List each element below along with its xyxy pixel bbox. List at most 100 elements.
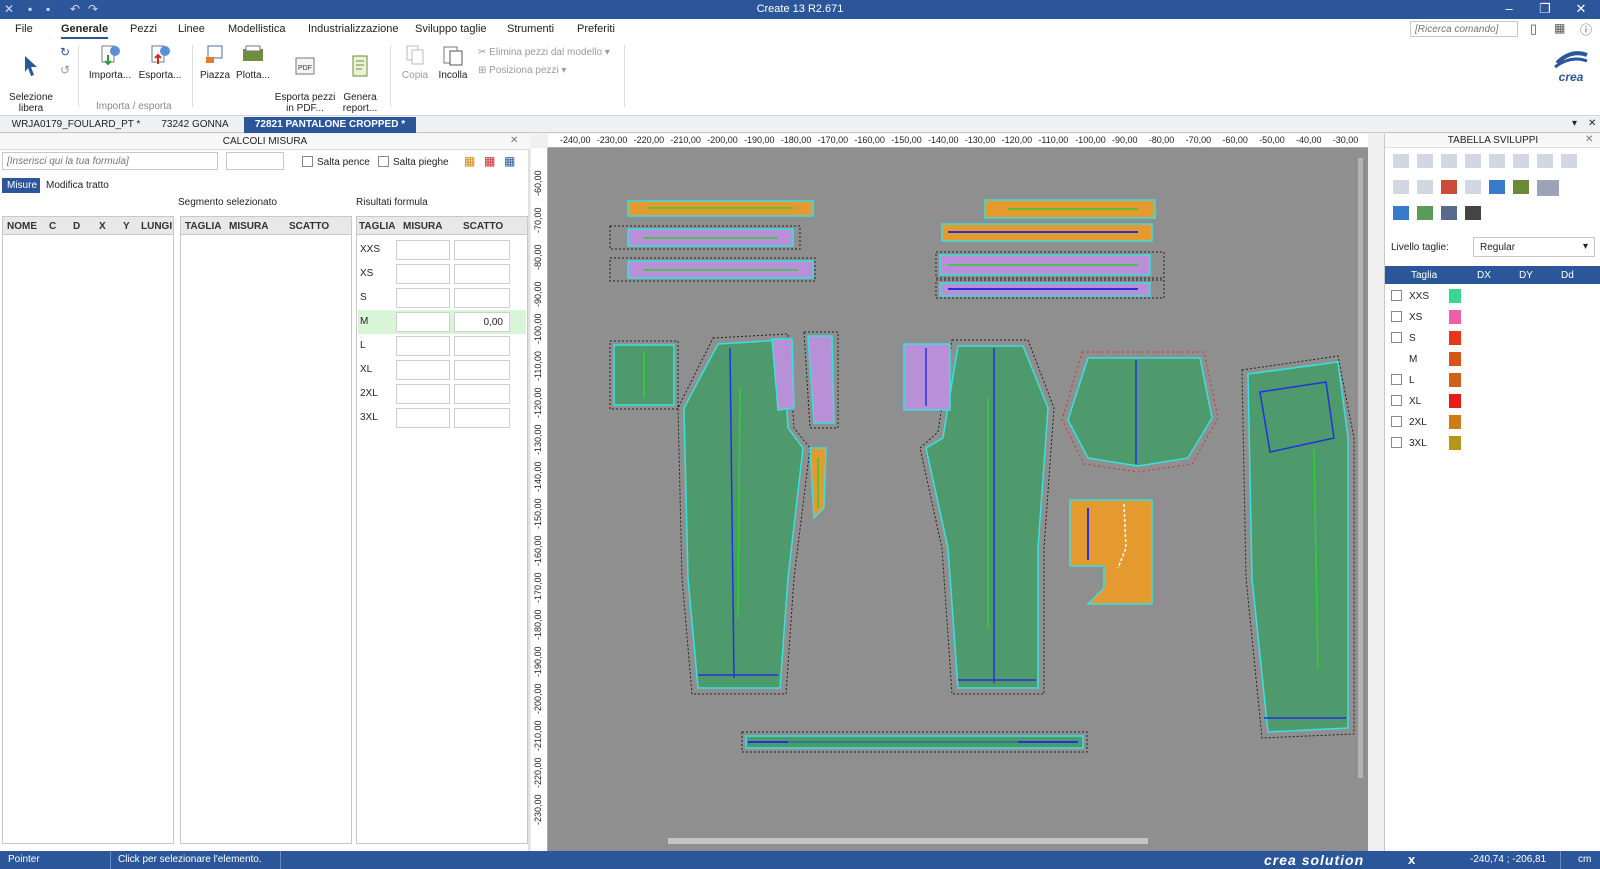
strip-piece-orange-2[interactable] <box>984 199 1156 219</box>
size-color-swatch[interactable] <box>1449 373 1461 387</box>
strip-piece-orange-1[interactable] <box>627 200 814 217</box>
delete-formula-icon[interactable]: ▦ <box>484 154 495 168</box>
grading-size-row[interactable]: 2XL <box>1385 412 1600 432</box>
pattern-canvas[interactable] <box>548 148 1368 851</box>
size-checkbox[interactable] <box>1391 437 1402 448</box>
size-checkbox[interactable] <box>1391 311 1402 322</box>
misura-cell[interactable] <box>396 336 450 356</box>
size-result-row[interactable]: XL <box>358 358 526 382</box>
scatto-cell[interactable] <box>454 288 510 308</box>
restore-icon[interactable]: ❐ <box>1530 1 1560 17</box>
col-x[interactable]: X <box>99 221 106 232</box>
col-nome[interactable]: NOME <box>7 221 37 232</box>
scatto-cell[interactable] <box>454 240 510 260</box>
col-dx[interactable]: DX <box>1477 270 1491 281</box>
command-search-input[interactable] <box>1410 21 1518 37</box>
refresh-formula-icon[interactable]: ▦ <box>504 154 515 168</box>
misura-cell[interactable] <box>396 384 450 404</box>
col-taglia[interactable]: TAGLIA <box>185 221 221 232</box>
elimina-pezzi-button[interactable]: ✂ Elimina pezzi dal modello ▾ <box>478 47 610 58</box>
size-color-swatch[interactable] <box>1449 436 1461 450</box>
purple-facing-piece-2[interactable] <box>803 331 839 429</box>
size-color-swatch[interactable] <box>1449 331 1461 345</box>
rotate-back-icon[interactable]: ↺ <box>60 63 70 77</box>
add-formula-icon[interactable]: ▦ <box>464 154 475 168</box>
align-icon[interactable] <box>1441 206 1457 220</box>
grading-size-row[interactable]: 3XL <box>1385 433 1600 453</box>
copia-button[interactable]: Copia <box>398 43 432 81</box>
size-result-row[interactable]: M 0,00 <box>358 310 526 334</box>
segmento-grid[interactable]: TAGLIA MISURA SCATTO <box>180 216 352 844</box>
selezione-libera-button[interactable]: Selezione libera <box>6 43 56 114</box>
size-result-row[interactable]: 3XL <box>358 406 526 430</box>
grading-size-row[interactable]: M <box>1385 349 1600 369</box>
scatto-cell[interactable] <box>454 264 510 284</box>
tab-foulard[interactable]: WRJA0179_FOULARD_PT * <box>6 117 146 133</box>
menu-pezzi[interactable]: Pezzi <box>130 23 157 35</box>
menu-preferiti[interactable]: Preferiti <box>577 23 615 35</box>
size-checkbox[interactable] <box>1391 416 1402 427</box>
strip-piece-purple-2[interactable] <box>609 257 816 282</box>
purple-back-facing-piece[interactable] <box>903 343 951 411</box>
pocket-piece[interactable] <box>609 340 679 410</box>
panel-close-icon[interactable]: ✕ <box>510 135 518 146</box>
size-color-swatch[interactable] <box>1449 352 1461 366</box>
axis-icon[interactable] <box>1465 206 1481 220</box>
size-color-swatch[interactable] <box>1449 394 1461 408</box>
grading-size-row[interactable]: S <box>1385 328 1600 348</box>
misura-cell[interactable] <box>396 360 450 380</box>
grade-copy-icon[interactable] <box>1465 180 1481 194</box>
grading-size-row[interactable]: XXS <box>1385 286 1600 306</box>
menu-industrializzazione[interactable]: Industrializzazione <box>308 23 399 35</box>
document-icon[interactable]: ▯ <box>1530 21 1537 37</box>
strip-piece-purple-3[interactable] <box>935 251 1165 279</box>
scatto-cell[interactable] <box>454 408 510 428</box>
tabella-close-icon[interactable]: ✕ <box>1585 134 1593 145</box>
esporta-pdf-button[interactable]: PDF Esporta pezzi in PDF... <box>274 43 336 114</box>
esporta-button[interactable]: Esporta... <box>136 43 184 81</box>
plotta-button[interactable]: Plotta... <box>234 43 272 81</box>
posiziona-pezzi-button[interactable]: ⊞ Posiziona pezzi ▾ <box>478 65 566 76</box>
tab-gonna[interactable]: 73242 GONNA <box>150 117 240 133</box>
layout-icon[interactable]: ▦ <box>1554 21 1565 35</box>
yoke-piece[interactable] <box>1061 351 1219 473</box>
incolla-button[interactable]: Incolla <box>434 43 472 81</box>
col-misura[interactable]: MISURA <box>229 221 268 232</box>
formula-result-field[interactable] <box>226 152 284 170</box>
col-taglia[interactable]: TAGLIA <box>359 221 395 232</box>
col-scatto[interactable]: SCATTO <box>463 221 503 232</box>
pocket-bag-piece[interactable] <box>1069 499 1153 605</box>
info-icon[interactable]: ⓘ <box>1580 21 1592 38</box>
menu-linee[interactable]: Linee <box>178 23 205 35</box>
misura-cell[interactable] <box>396 240 450 260</box>
col-taglia[interactable]: Taglia <box>1411 270 1437 281</box>
tab-close-icon[interactable]: ✕ <box>1588 118 1596 129</box>
grade-edit-icon[interactable] <box>1441 180 1457 194</box>
misura-cell[interactable] <box>396 408 450 428</box>
size-color-swatch[interactable] <box>1449 289 1461 303</box>
importa-button[interactable]: Importa... <box>86 43 134 81</box>
size-checkbox[interactable] <box>1391 374 1402 385</box>
size-checkbox[interactable] <box>1391 395 1402 406</box>
size-checkbox[interactable] <box>1391 290 1402 301</box>
size-checkbox[interactable] <box>1391 332 1402 343</box>
col-d[interactable]: D <box>73 221 80 232</box>
menu-generale[interactable]: Generale <box>61 23 109 39</box>
strip-piece-purple-1[interactable] <box>609 225 801 250</box>
genera-report-button[interactable]: Genera report... <box>338 43 382 114</box>
salta-pence-box[interactable] <box>302 156 313 167</box>
col-dd[interactable]: Dd <box>1561 270 1574 281</box>
segment-list-grid[interactable]: NOME C D X Y LUNGI <box>2 216 174 844</box>
curve-icon[interactable] <box>1417 206 1433 220</box>
grading-size-row[interactable]: L <box>1385 370 1600 390</box>
col-scatto[interactable]: SCATTO <box>289 221 329 232</box>
waistband-piece[interactable] <box>741 731 1088 753</box>
grade-table-icon[interactable] <box>1489 180 1505 194</box>
pattern-pieces-svg[interactable] <box>548 148 1368 851</box>
menu-file[interactable]: File <box>15 23 33 35</box>
panel-scrollbar[interactable] <box>528 150 530 850</box>
col-misura[interactable]: MISURA <box>403 221 442 232</box>
scatto-cell[interactable] <box>454 384 510 404</box>
strip-piece-purple-4[interactable] <box>935 279 1165 299</box>
rotate-icon[interactable]: ↻ <box>60 45 70 59</box>
